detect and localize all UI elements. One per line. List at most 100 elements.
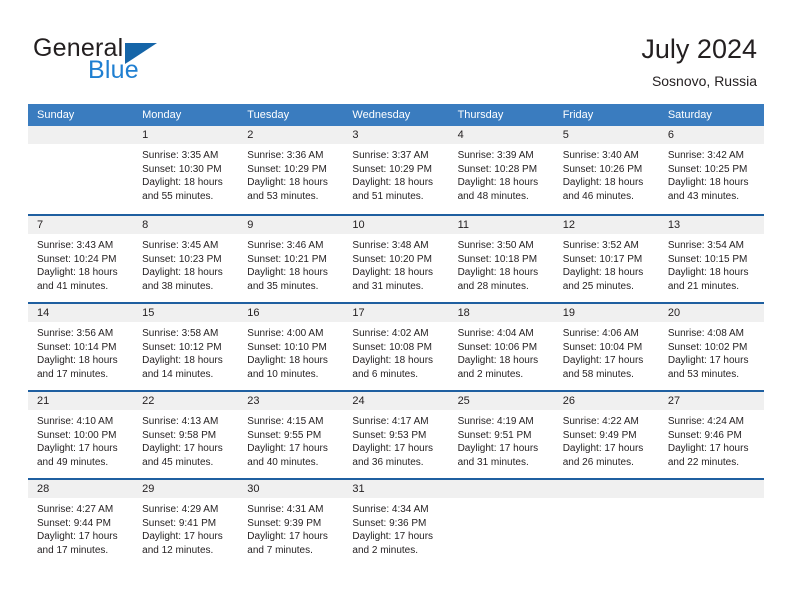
calendar-day-cell-empty xyxy=(28,126,134,214)
calendar-day-cell[interactable]: 7 Sunrise: 3:43 AM Sunset: 10:24 PM Dayligh… xyxy=(28,216,134,302)
sunrise-label: Sunrise: 3:48 AM xyxy=(352,240,429,251)
weekday-header-tuesday: Tuesday xyxy=(247,109,290,121)
calendar-day-cell[interactable]: 5 Sunrise: 3:40 AM Sunset: 10:26 PM Dayligh… xyxy=(553,126,659,214)
calendar-day-cell[interactable]: 13 Sunrise: 3:54 AM Sunset: 10:15 PM Daylig… xyxy=(658,216,764,302)
day-number-band: 9 xyxy=(238,216,344,234)
day-number-band: 12 xyxy=(553,216,659,234)
day-number: 26 xyxy=(562,395,575,407)
calendar-day-cell[interactable]: 11 Sunrise: 3:50 AM Sunset: 10:18 PM Daylig… xyxy=(448,216,554,302)
daylight-label-line2: and 7 minutes. xyxy=(247,544,313,556)
day-sun-info: Sunrise: 4:27 AM Sunset: 9:44 PM Daylight:… xyxy=(28,498,133,557)
calendar-day-cell[interactable]: 15 Sunrise: 3:58 AM Sunset: 10:12 PM Daylig… xyxy=(133,304,239,390)
calendar-day-cell[interactable]: 16 Sunrise: 4:00 AM Sunset: 10:10 PM Daylig… xyxy=(238,304,344,390)
daylight-label-line2: and 25 minutes. xyxy=(562,280,634,292)
calendar-day-cell[interactable]: 30 Sunrise: 4:31 AM Sunset: 9:39 PM Dayligh… xyxy=(238,480,344,566)
daylight-label-line1: Daylight: 18 hours xyxy=(457,355,539,367)
calendar-day-cell[interactable]: 4 Sunrise: 3:39 AM Sunset: 10:28 PM Dayligh… xyxy=(448,126,554,214)
daylight-label-line1: Daylight: 17 hours xyxy=(142,531,223,543)
day-sun-info: Sunrise: 4:13 AM Sunset: 9:58 PM Daylight:… xyxy=(133,410,238,469)
sunset-label: Sunset: 10:17 PM xyxy=(562,253,643,265)
general-blue-logo[interactable]: General Blue xyxy=(33,36,263,88)
day-number: 21 xyxy=(37,395,50,407)
calendar-day-cell[interactable]: 31 Sunrise: 4:34 AM Sunset: 9:36 PM Dayligh… xyxy=(343,480,449,566)
daylight-label-line1: Daylight: 18 hours xyxy=(247,177,328,189)
day-sun-info: Sunrise: 4:15 AM Sunset: 9:55 PM Daylight:… xyxy=(238,410,343,469)
sunset-label: Sunset: 10:06 PM xyxy=(457,341,538,353)
sunrise-label: Sunrise: 4:08 AM xyxy=(667,328,744,339)
daylight-label-line2: and 38 minutes. xyxy=(142,280,214,292)
title-block: July 2024 Sosnovo, Russia xyxy=(641,32,757,91)
day-number-band: 22 xyxy=(133,392,239,410)
calendar-day-cell[interactable]: 28 Sunrise: 4:27 AM Sunset: 9:44 PM Dayligh… xyxy=(28,480,134,566)
day-sun-info: Sunrise: 3:45 AM Sunset: 10:23 PM Daylight… xyxy=(133,234,238,293)
calendar-day-cell[interactable]: 14 Sunrise: 3:56 AM Sunset: 10:14 PM Daylig… xyxy=(28,304,134,390)
weekday-header-thursday: Thursday xyxy=(457,109,504,121)
day-number: 6 xyxy=(667,129,674,141)
calendar-day-cell[interactable]: 17 Sunrise: 4:02 AM Sunset: 10:08 PM Daylig… xyxy=(343,304,449,390)
sunset-label: Sunset: 10:18 PM xyxy=(457,253,538,265)
daylight-label-line2: and 49 minutes. xyxy=(37,456,109,468)
day-number: 1 xyxy=(142,129,149,141)
day-number-band: 16 xyxy=(238,304,344,322)
sunset-label: Sunset: 10:15 PM xyxy=(667,253,748,265)
day-number: 8 xyxy=(142,219,149,231)
sunrise-label: Sunrise: 4:17 AM xyxy=(352,416,429,427)
day-sun-info: Sunrise: 3:36 AM Sunset: 10:29 PM Daylight… xyxy=(238,144,343,203)
page-title: July 2024 xyxy=(641,34,757,64)
day-number-band: 13 xyxy=(658,216,764,234)
weekday-header-friday: Friday xyxy=(562,109,594,121)
daylight-label-line2: and 40 minutes. xyxy=(247,456,319,468)
sunrise-label: Sunrise: 3:42 AM xyxy=(667,150,744,161)
calendar-week-row: 21 Sunrise: 4:10 AM Sunset: 10:00 PM Daylig… xyxy=(28,390,764,478)
day-number: 28 xyxy=(37,483,50,495)
day-number: 7 xyxy=(37,219,44,231)
calendar-day-cell[interactable]: 18 Sunrise: 4:04 AM Sunset: 10:06 PM Daylig… xyxy=(448,304,554,390)
weekday-header-row: Sunday Monday Tuesday Wednesday Thursday… xyxy=(28,104,764,126)
daylight-label-line2: and 58 minutes. xyxy=(562,368,634,380)
calendar-day-cell[interactable]: 2 Sunrise: 3:36 AM Sunset: 10:29 PM Dayligh… xyxy=(238,126,344,214)
calendar-day-cell[interactable]: 6 Sunrise: 3:42 AM Sunset: 10:25 PM Dayligh… xyxy=(658,126,764,214)
calendar-day-cell[interactable]: 19 Sunrise: 4:06 AM Sunset: 10:04 PM Daylig… xyxy=(553,304,659,390)
calendar-day-cell[interactable]: 12 Sunrise: 3:52 AM Sunset: 10:17 PM Daylig… xyxy=(553,216,659,302)
sunset-label: Sunset: 10:29 PM xyxy=(247,163,327,175)
day-number-band xyxy=(448,480,554,498)
day-number-band: 20 xyxy=(658,304,764,322)
day-number-band: 11 xyxy=(448,216,554,234)
calendar-day-cell[interactable]: 8 Sunrise: 3:45 AM Sunset: 10:23 PM Dayligh… xyxy=(133,216,239,302)
daylight-label-line1: Daylight: 18 hours xyxy=(352,177,434,189)
calendar-day-cell[interactable]: 25 Sunrise: 4:19 AM Sunset: 9:51 PM Dayligh… xyxy=(448,392,554,478)
day-number-band: 31 xyxy=(343,480,449,498)
day-number-band: 26 xyxy=(553,392,659,410)
day-number: 31 xyxy=(352,483,365,495)
day-number-band xyxy=(553,480,659,498)
day-number: 10 xyxy=(352,219,365,231)
sunrise-label: Sunrise: 4:10 AM xyxy=(37,416,114,427)
calendar-day-cell[interactable]: 21 Sunrise: 4:10 AM Sunset: 10:00 PM Daylig… xyxy=(28,392,134,478)
calendar-day-cell[interactable]: 24 Sunrise: 4:17 AM Sunset: 9:53 PM Dayligh… xyxy=(343,392,449,478)
sunset-label: Sunset: 10:28 PM xyxy=(457,163,538,175)
calendar-day-cell[interactable]: 27 Sunrise: 4:24 AM Sunset: 9:46 PM Dayligh… xyxy=(658,392,764,478)
sunset-label: Sunset: 10:30 PM xyxy=(142,163,222,175)
calendar-day-cell[interactable]: 29 Sunrise: 4:29 AM Sunset: 9:41 PM Dayligh… xyxy=(133,480,239,566)
calendar-day-cell[interactable]: 1 Sunrise: 3:35 AM Sunset: 10:30 PM Dayligh… xyxy=(133,126,239,214)
day-number-band: 29 xyxy=(133,480,239,498)
daylight-label-line2: and 35 minutes. xyxy=(247,280,319,292)
sunrise-label: Sunrise: 3:45 AM xyxy=(142,240,219,251)
weekday-header-saturday: Saturday xyxy=(667,109,712,121)
day-sun-info: Sunrise: 3:58 AM Sunset: 10:12 PM Daylight… xyxy=(133,322,238,381)
calendar-day-cell[interactable]: 23 Sunrise: 4:15 AM Sunset: 9:55 PM Dayligh… xyxy=(238,392,344,478)
sunrise-label: Sunrise: 4:06 AM xyxy=(562,328,639,339)
daylight-label-line1: Daylight: 17 hours xyxy=(37,443,118,455)
calendar-day-cell[interactable]: 26 Sunrise: 4:22 AM Sunset: 9:49 PM Dayligh… xyxy=(553,392,659,478)
sunset-label: Sunset: 9:44 PM xyxy=(37,517,111,529)
sunrise-label: Sunrise: 3:56 AM xyxy=(37,328,114,339)
day-number: 27 xyxy=(667,395,681,407)
calendar-day-cell[interactable]: 10 Sunrise: 3:48 AM Sunset: 10:20 PM Daylig… xyxy=(343,216,449,302)
calendar-day-cell[interactable]: 9 Sunrise: 3:46 AM Sunset: 10:21 PM Dayligh… xyxy=(238,216,344,302)
daylight-label-line2: and 41 minutes. xyxy=(37,280,109,292)
calendar-day-cell[interactable]: 20 Sunrise: 4:08 AM Sunset: 10:02 PM Daylig… xyxy=(658,304,764,390)
sunset-label: Sunset: 9:41 PM xyxy=(142,517,217,529)
calendar-day-cell[interactable]: 3 Sunrise: 3:37 AM Sunset: 10:29 PM Dayligh… xyxy=(343,126,449,214)
calendar-day-cell[interactable]: 22 Sunrise: 4:13 AM Sunset: 9:58 PM Dayligh… xyxy=(133,392,239,478)
day-sun-info: Sunrise: 4:00 AM Sunset: 10:10 PM Daylight… xyxy=(238,322,343,381)
